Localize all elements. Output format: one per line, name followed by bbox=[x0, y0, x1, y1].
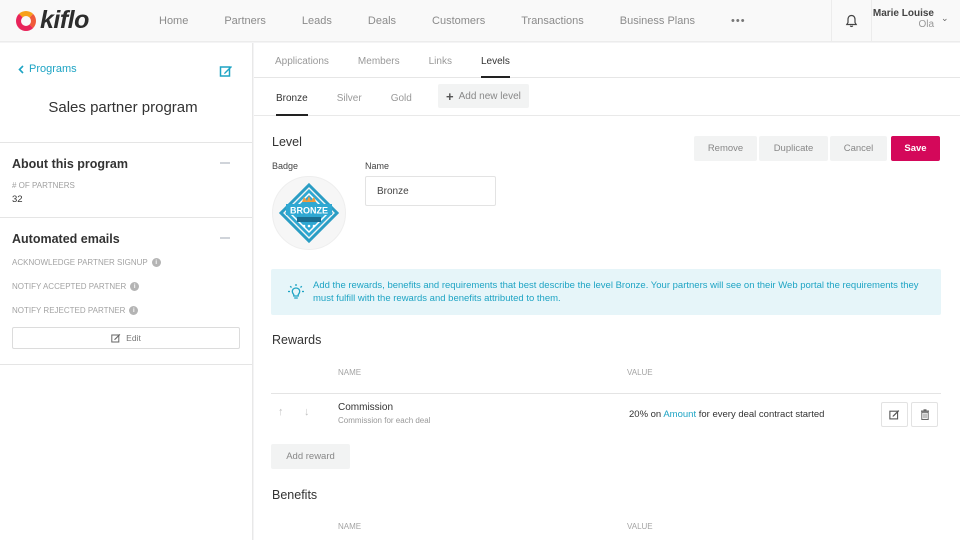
program-sidebar: Programs Sales partner program About thi… bbox=[0, 43, 253, 540]
about-section: About this program # OF PARTNERS 32 bbox=[0, 143, 252, 218]
user-name: Marie Louise bbox=[872, 8, 934, 19]
level-tab-bronze[interactable]: Bronze bbox=[276, 93, 308, 116]
level-name-input[interactable] bbox=[365, 176, 496, 206]
level-tabs: Bronze Silver Gold + Add new level bbox=[254, 78, 960, 116]
level-tab-gold[interactable]: Gold bbox=[391, 93, 412, 115]
reward-value-prefix: 20% on bbox=[629, 409, 664, 420]
edit-program-icon[interactable] bbox=[219, 64, 233, 78]
collapse-about-icon[interactable] bbox=[220, 162, 230, 164]
email-notify-rejected: NOTIFY REJECTED PARTNER i bbox=[12, 306, 240, 315]
kiflo-logo[interactable]: kiflo bbox=[16, 6, 131, 35]
email-acknowledge-signup: ACKNOWLEDGE PARTNER SIGNUP i bbox=[12, 258, 240, 267]
plus-icon: + bbox=[446, 88, 454, 104]
user-org: Ola bbox=[918, 19, 934, 30]
levels-panel: Applications Members Links Levels Bronze… bbox=[254, 43, 960, 540]
tab-links[interactable]: Links bbox=[429, 56, 452, 77]
level-tab-silver[interactable]: Silver bbox=[337, 93, 362, 115]
about-title: About this program bbox=[12, 157, 128, 171]
edit-reward-button[interactable] bbox=[881, 402, 908, 427]
main-nav: Home Partners Leads Deals Customers Tran… bbox=[131, 0, 746, 42]
sidebar-header: Programs Sales partner program bbox=[0, 43, 252, 143]
remove-button[interactable]: Remove bbox=[694, 136, 757, 161]
info-icon[interactable]: i bbox=[130, 282, 140, 291]
move-down-icon[interactable]: ↓ bbox=[304, 406, 310, 418]
back-to-programs-link[interactable]: Programs bbox=[18, 63, 77, 75]
info-icon[interactable]: i bbox=[129, 306, 139, 315]
amount-link[interactable]: Amount bbox=[663, 409, 696, 420]
notifications-button[interactable] bbox=[831, 0, 872, 42]
rewards-header-divider bbox=[271, 393, 941, 394]
edit-icon bbox=[889, 410, 900, 420]
delete-reward-button[interactable] bbox=[911, 402, 938, 427]
info-text: Add the rewards, benefits and requiremen… bbox=[313, 280, 919, 304]
more-menu-icon[interactable]: ••• bbox=[731, 15, 746, 27]
bell-icon bbox=[845, 14, 858, 28]
nav-deals[interactable]: Deals bbox=[368, 15, 396, 27]
duplicate-button[interactable]: Duplicate bbox=[759, 136, 828, 161]
trash-icon bbox=[920, 409, 929, 420]
chevron-down-icon[interactable]: ⌄ bbox=[941, 13, 949, 24]
nav-home[interactable]: Home bbox=[159, 15, 188, 27]
bronze-badge-icon: BRONZE bbox=[278, 182, 340, 244]
nav-business-plans[interactable]: Business Plans bbox=[620, 15, 695, 27]
level-actions: Remove Duplicate Cancel Save bbox=[694, 136, 940, 161]
logo-ring-icon bbox=[16, 10, 36, 31]
reward-value: 20% on Amount for every deal contract st… bbox=[629, 409, 824, 420]
edit-icon bbox=[111, 334, 121, 343]
level-section-title: Level bbox=[272, 135, 302, 149]
move-up-icon[interactable]: ↑ bbox=[278, 406, 284, 418]
partners-count-value: 32 bbox=[12, 194, 23, 205]
badge-text: BRONZE bbox=[290, 206, 328, 216]
rewards-title: Rewards bbox=[272, 333, 322, 347]
collapse-emails-icon[interactable] bbox=[220, 237, 230, 239]
program-title: Sales partner program bbox=[48, 99, 198, 116]
nav-partners[interactable]: Partners bbox=[224, 15, 266, 27]
name-label: Name bbox=[365, 161, 390, 171]
reward-description: Commission for each deal bbox=[338, 416, 431, 425]
tab-applications[interactable]: Applications bbox=[275, 56, 329, 77]
cancel-button[interactable]: Cancel bbox=[830, 136, 887, 161]
benefits-col-value: VALUE bbox=[627, 522, 653, 531]
lightbulb-icon bbox=[288, 284, 304, 299]
chevron-left-icon bbox=[18, 64, 24, 74]
email-label: NOTIFY REJECTED PARTNER bbox=[12, 306, 126, 315]
reward-name: Commission bbox=[338, 402, 394, 413]
info-banner: Add the rewards, benefits and requiremen… bbox=[271, 269, 941, 315]
user-menu[interactable]: Marie Louise Ola bbox=[872, 8, 934, 30]
edit-label: Edit bbox=[126, 333, 141, 343]
automated-emails-title: Automated emails bbox=[12, 232, 120, 246]
logo-text: kiflo bbox=[40, 6, 89, 34]
partners-count-label: # OF PARTNERS bbox=[12, 181, 75, 190]
nav-customers[interactable]: Customers bbox=[432, 15, 485, 27]
save-button[interactable]: Save bbox=[891, 136, 940, 161]
tab-members[interactable]: Members bbox=[358, 56, 400, 77]
program-tabs: Applications Members Links Levels bbox=[254, 43, 960, 78]
info-icon[interactable]: i bbox=[151, 258, 161, 267]
nav-leads[interactable]: Leads bbox=[302, 15, 332, 27]
rewards-col-name: NAME bbox=[338, 368, 362, 377]
email-notify-accepted: NOTIFY ACCEPTED PARTNER i bbox=[12, 282, 240, 291]
reward-value-suffix: for every deal contract started bbox=[696, 409, 825, 420]
add-level-label: Add new level bbox=[458, 90, 521, 102]
email-label: NOTIFY ACCEPTED PARTNER bbox=[12, 282, 127, 291]
edit-emails-button[interactable]: Edit bbox=[12, 327, 240, 349]
back-label: Programs bbox=[29, 63, 77, 75]
benefits-col-name: NAME bbox=[338, 522, 362, 531]
tab-levels[interactable]: Levels bbox=[480, 56, 510, 78]
add-new-level-button[interactable]: + Add new level bbox=[438, 84, 529, 108]
nav-transactions[interactable]: Transactions bbox=[521, 15, 584, 27]
level-badge[interactable]: BRONZE bbox=[272, 176, 346, 250]
add-reward-button[interactable]: Add reward bbox=[271, 444, 350, 469]
top-navbar: kiflo Home Partners Leads Deals Customer… bbox=[0, 0, 960, 42]
badge-label: Badge bbox=[272, 161, 299, 171]
benefits-title: Benefits bbox=[272, 488, 318, 502]
rewards-col-value: VALUE bbox=[627, 368, 653, 377]
automated-emails-section: Automated emails ACKNOWLEDGE PARTNER SIG… bbox=[0, 218, 252, 365]
email-label: ACKNOWLEDGE PARTNER SIGNUP bbox=[12, 258, 148, 267]
